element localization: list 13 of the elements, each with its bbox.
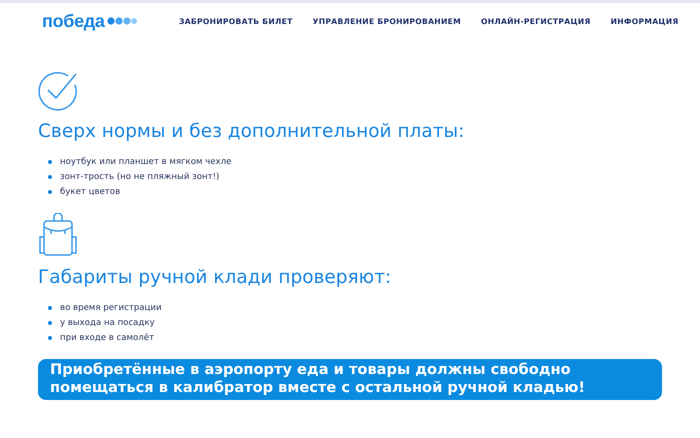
logo-text[interactable]: победа <box>42 10 105 32</box>
list-item: зонт-трость (но не пляжный зонт!) <box>60 172 220 182</box>
list-item: букет цветов <box>60 186 120 196</box>
dots-icon <box>106 17 137 25</box>
section-heading: Габариты ручной клади проверяют: <box>38 267 392 288</box>
list-item: при входе в самолёт <box>60 332 154 342</box>
section-heading: Сверх нормы и без дополнительной платы: <box>38 121 466 142</box>
list-item: во время регистрации <box>60 302 162 312</box>
list-item: ноутбук или планшет в мягком чехле <box>60 156 232 166</box>
list-item: у выхода на посадку <box>60 318 155 328</box>
check-circle-icon <box>38 71 78 111</box>
notice-banner: Приобретённые в аэропорту еда и товары должны свободно помещаться в калибратор вместе с остальной ручной кладью! <box>38 359 662 400</box>
backpack-icon <box>38 213 78 257</box>
